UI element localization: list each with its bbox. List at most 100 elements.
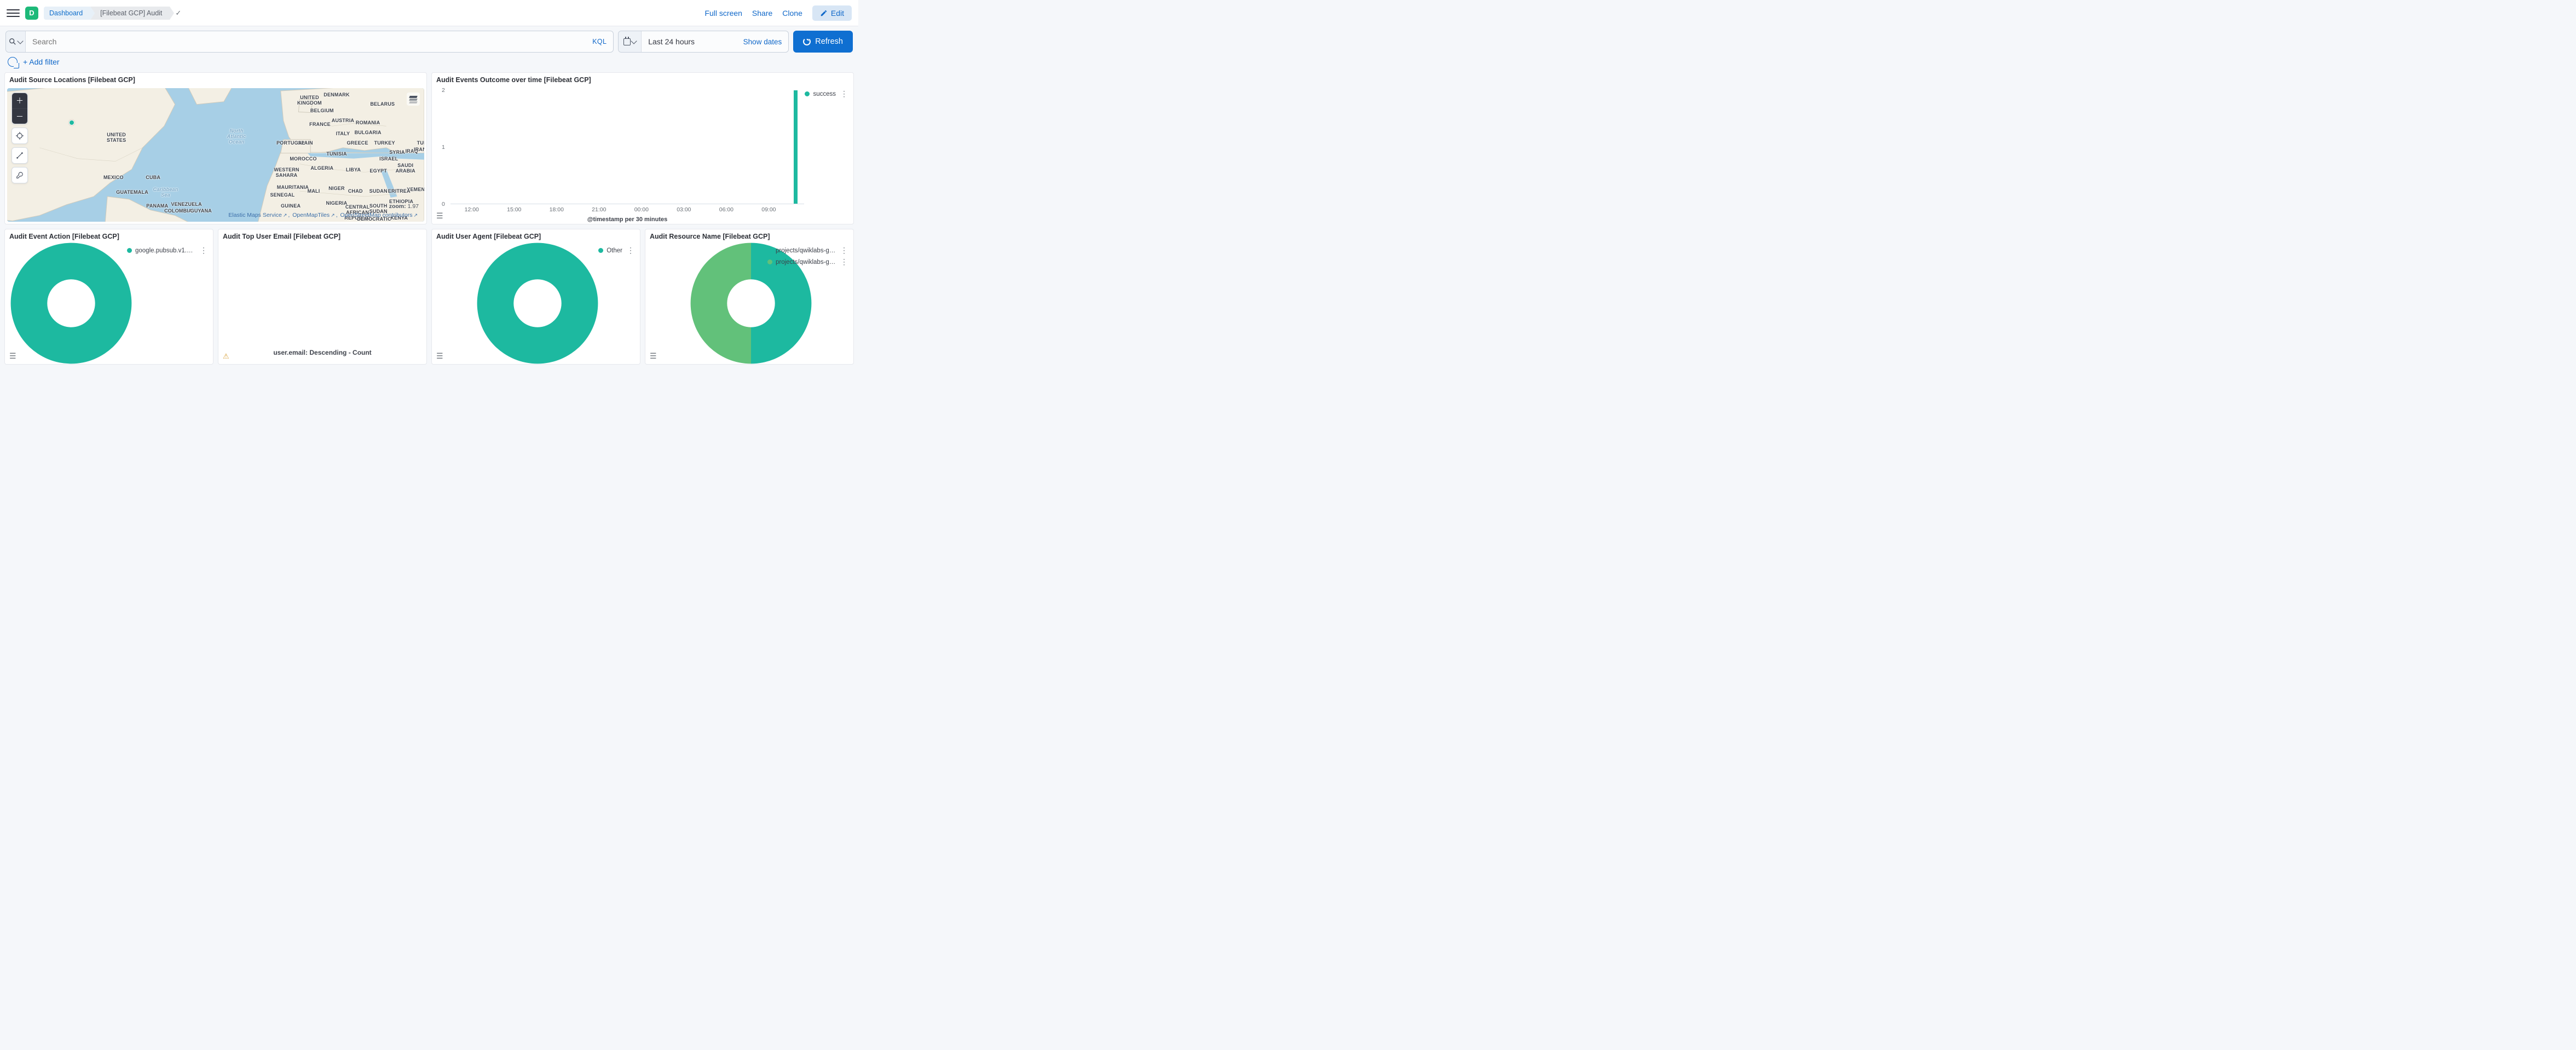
map-label: NorthAtlanticOcean [227, 128, 246, 145]
panel-title: Audit Events Outcome over time [Filebeat… [432, 73, 853, 86]
map-canvas[interactable]: UNITEDSTATES MEXICO CUBA GUATEMALA PANAM… [7, 88, 424, 222]
filter-settings-icon[interactable] [8, 57, 18, 67]
map-label: MOROCCO [290, 156, 316, 161]
map-label: TUR [417, 140, 424, 146]
map-toolbar: ＋ － [11, 93, 28, 183]
x-axis-label: @timestamp per 30 minutes [450, 216, 804, 223]
x-tick: 18:00 [550, 206, 564, 213]
map-label: EGYPT [369, 168, 387, 174]
map-label: SUDAN [369, 188, 388, 194]
legend-dot [598, 248, 603, 253]
map-label: ITALY [336, 131, 350, 136]
map-label: GUATEMALA [116, 189, 148, 195]
map-label: GUINEA [281, 203, 301, 209]
top-nav: D Dashboard [Filebeat GCP] Audit ✓ Full … [0, 0, 858, 26]
attr-link[interactable]: Elastic Maps Service↗ [228, 212, 287, 218]
calendar-button[interactable] [619, 31, 642, 52]
layers-button[interactable] [407, 93, 420, 106]
time-picker[interactable]: Last 24 hours Show dates [618, 31, 789, 53]
legend-dot [127, 248, 132, 253]
table-toggle-icon[interactable]: ☰ [9, 351, 16, 361]
map-label: IRAN [414, 147, 424, 152]
legend-actions-icon[interactable]: ⋮ [626, 246, 636, 255]
layers-icon [409, 95, 417, 103]
donut-chart[interactable] [475, 243, 600, 364]
x-tick: 21:00 [592, 206, 606, 213]
x-tick: 12:00 [465, 206, 479, 213]
zoom-in-button[interactable]: ＋ [12, 93, 27, 108]
check-icon: ✓ [175, 9, 181, 18]
x-tick: 03:00 [677, 206, 691, 213]
search-options-button[interactable] [6, 31, 26, 52]
map-label: MAURITANIA [277, 184, 309, 190]
menu-toggle[interactable] [7, 7, 20, 20]
legend-actions-icon[interactable]: ⋮ [839, 246, 849, 255]
legend-actions-icon[interactable]: ⋮ [839, 89, 849, 99]
tools-button[interactable] [12, 168, 27, 183]
map-data-point[interactable] [69, 120, 74, 125]
top-actions: Full screen Share Clone Edit [704, 5, 852, 21]
chevron-down-icon [17, 38, 23, 44]
attr-link[interactable]: OpenStreetMap contributors↗ [340, 212, 418, 218]
fullscreen-link[interactable]: Full screen [704, 9, 742, 18]
donut-chart[interactable] [8, 243, 134, 364]
add-filter-link[interactable]: + Add filter [23, 57, 60, 66]
legend-label[interactable]: Other [607, 247, 622, 254]
warning-icon[interactable]: ⚠ [223, 352, 229, 361]
table-toggle-icon[interactable]: ☰ [436, 351, 443, 361]
map-label: CaribbeanSea [153, 187, 178, 198]
kql-badge[interactable]: KQL [586, 31, 613, 52]
map-zoom-readout: zoom: 1.97 [389, 203, 419, 210]
crosshair-icon [16, 132, 24, 140]
map-label: ERITREA [388, 188, 411, 194]
bar-chart-area[interactable] [450, 90, 804, 204]
calendar-icon [623, 38, 631, 45]
breadcrumb: Dashboard [Filebeat GCP] Audit [44, 7, 170, 20]
x-axis: 12:00 15:00 18:00 21:00 00:00 03:00 06:0… [450, 206, 804, 214]
map-label: GUYANA [190, 208, 212, 214]
map-attribution: Elastic Maps Service↗, OpenMapTiles↗, Op… [227, 212, 419, 218]
x-tick: 09:00 [761, 206, 776, 213]
chart-legend: success ⋮ [805, 89, 849, 99]
share-link[interactable]: Share [752, 9, 772, 18]
legend-label[interactable]: projects/qwiklabs-gcp-... [776, 259, 836, 266]
x-tick: 00:00 [634, 206, 649, 213]
map-label: ISRAEL [379, 156, 398, 161]
legend-dot [767, 248, 772, 253]
legend-label[interactable]: projects/qwiklabs-gcp-... [776, 247, 836, 254]
bar-success[interactable] [794, 90, 798, 204]
y-tick: 0 [442, 201, 445, 207]
map-label: ALGERIA [310, 165, 333, 171]
map-label: SYRIA [389, 149, 405, 155]
panel-title: Audit Top User Email [Filebeat GCP] [218, 229, 426, 243]
show-dates-link[interactable]: Show dates [737, 31, 789, 52]
map-label: GREECE [346, 140, 368, 146]
map-label: UNITEDSTATES [107, 132, 126, 143]
fit-bounds-button[interactable] [12, 128, 27, 143]
legend-label[interactable]: google.pubsub.v1.Subsc... [135, 247, 195, 254]
refresh-button[interactable]: Refresh [793, 31, 853, 53]
table-toggle-icon[interactable]: ☰ [650, 351, 657, 361]
breadcrumb-root[interactable]: Dashboard [44, 7, 90, 20]
query-bar: KQL Last 24 hours Show dates Refresh + A… [0, 26, 858, 72]
search-input[interactable] [26, 31, 586, 52]
measure-button[interactable] [12, 148, 27, 163]
edit-button[interactable]: Edit [812, 5, 852, 21]
legend-label[interactable]: success [813, 91, 836, 97]
wrench-icon [16, 171, 24, 179]
map-label: VENEZUELA [171, 201, 202, 207]
panel-resource-name: Audit Resource Name [Filebeat GCP] proje… [645, 229, 854, 365]
map-label: BELGIUM [310, 108, 334, 113]
legend-actions-icon[interactable]: ⋮ [839, 257, 849, 267]
zoom-out-button[interactable]: － [12, 108, 27, 124]
map-label: FRANCE [309, 122, 331, 127]
attr-link[interactable]: OpenMapTiles↗ [292, 212, 334, 218]
breadcrumb-current: [Filebeat GCP] Audit [90, 7, 170, 20]
table-toggle-icon[interactable]: ☰ [436, 211, 443, 221]
clone-link[interactable]: Clone [782, 9, 802, 18]
map-label: LIBYA [346, 167, 361, 172]
legend-actions-icon[interactable]: ⋮ [199, 246, 209, 255]
panel-audit-event-action: Audit Event Action [Filebeat GCP] google… [4, 229, 213, 365]
space-badge[interactable]: D [25, 7, 38, 20]
map-label: DENMARK [324, 92, 349, 97]
